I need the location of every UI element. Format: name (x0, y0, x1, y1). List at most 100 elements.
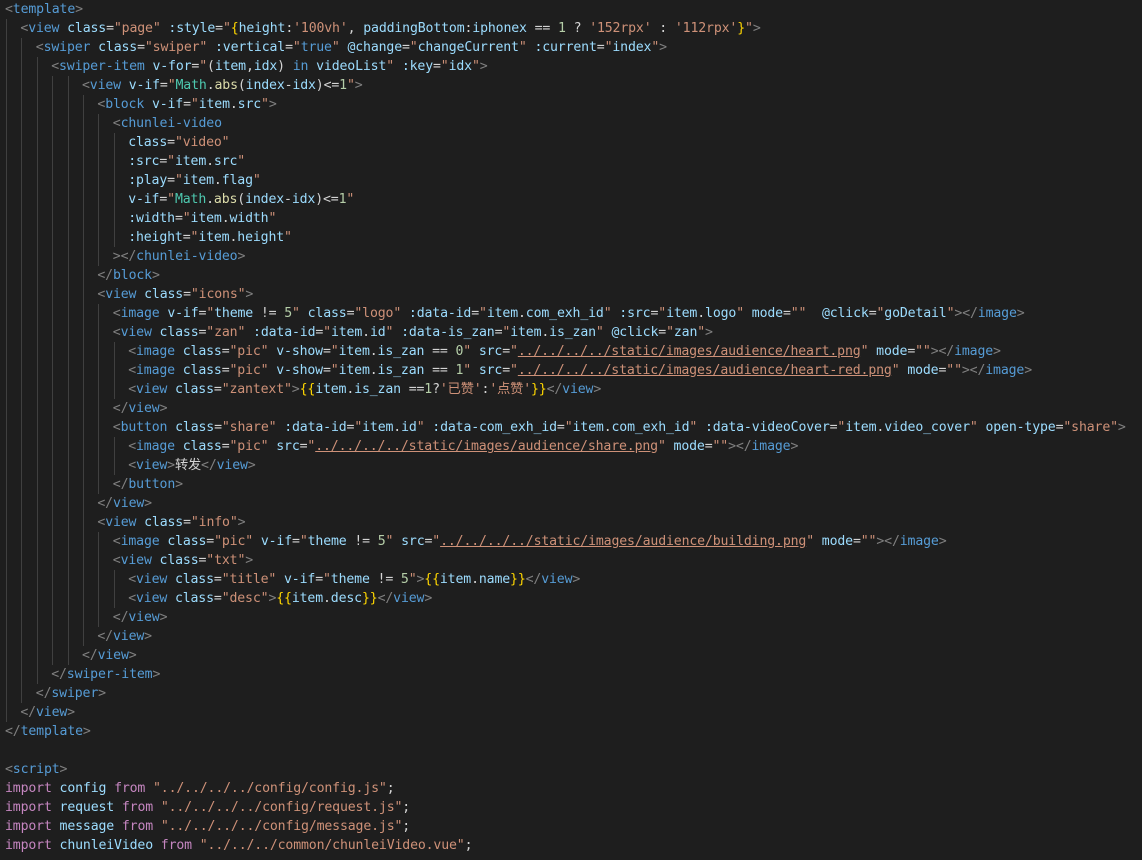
code-token: = (704, 439, 713, 454)
code-token: " (167, 154, 175, 169)
code-token: . (369, 344, 378, 359)
code-token: = (502, 344, 511, 359)
code-token: . (221, 211, 230, 226)
code-token: > (572, 572, 581, 587)
code-token: " (284, 230, 292, 245)
code-token: </ (82, 648, 98, 663)
code-token: " (806, 534, 822, 549)
code-token: > (245, 287, 254, 302)
code-line[interactable]: <swiper-item v-for="(item,idx) in videoL… (5, 57, 488, 76)
code-token: "zantext" (221, 382, 292, 397)
code-line[interactable]: <view>转发</view> (5, 456, 256, 475)
code-token: </ (377, 591, 394, 606)
code-line[interactable]: </view> (5, 494, 152, 513)
code-token: swiper (43, 40, 99, 55)
code-token: . (206, 154, 214, 169)
code-token: ( (207, 59, 215, 74)
code-token: image (985, 363, 1025, 378)
code-token: > (424, 591, 433, 606)
code-line[interactable]: class="video" (5, 133, 229, 152)
code-line[interactable]: import config from "../../../../config/c… (5, 779, 395, 798)
code-line[interactable]: <view class="desc">{{item.desc}}</view> (5, 589, 432, 608)
code-line[interactable]: <view class="info"> (5, 513, 245, 532)
code-line[interactable]: <template> (5, 0, 83, 19)
code-token: image (135, 439, 183, 454)
code-line[interactable]: <view v-if="Math.abs(index-idx)<=1"> (5, 76, 363, 95)
code-token: " (408, 572, 417, 587)
code-line[interactable]: </view> (5, 399, 168, 418)
code-line[interactable]: <image class="pic" v-if="theme != 5" src… (5, 532, 947, 551)
code-token: src (276, 439, 300, 454)
code-line[interactable]: <view class="page" :style="{height:'100v… (5, 19, 760, 38)
code-token: view (105, 515, 145, 530)
code-line[interactable]: :play="item.flag" (5, 171, 261, 190)
code-line[interactable]: </view> (5, 646, 137, 665)
code-line[interactable]: :width="item.width" (5, 209, 276, 228)
code-line[interactable]: <chunlei-video (5, 114, 222, 133)
code-token: :data-id (408, 306, 472, 321)
code-token: " (651, 40, 660, 55)
code-token: " (479, 306, 487, 321)
code-token: view (393, 591, 425, 606)
code-token: " (190, 97, 199, 112)
code-token: desc (330, 591, 362, 606)
code-line[interactable]: <view class="txt"> (5, 551, 253, 570)
code-line[interactable]: </view> (5, 608, 168, 627)
code-line[interactable]: <view class="title" v-if="theme != 5">{{… (5, 570, 580, 589)
code-line[interactable]: v-if="Math.abs(index-idx)<=1" (5, 190, 354, 209)
code-token: > (705, 325, 713, 340)
code-token: :vertical (214, 40, 286, 55)
code-token: "" (712, 439, 729, 454)
code-token: " (471, 59, 480, 74)
code-token: 5 (284, 306, 293, 321)
code-line[interactable]: :height="item.height" (5, 228, 292, 247)
code-token: > (67, 705, 75, 720)
code-token: view (135, 572, 175, 587)
code-line[interactable]: <image v-if="theme != 5" class="logo" :d… (5, 304, 1025, 323)
code-token: == (408, 382, 425, 397)
code-token: class (182, 363, 222, 378)
code-editor[interactable]: <template> <view class="page" :style="{he… (0, 0, 1142, 860)
code-line[interactable]: <view class="icons"> (5, 285, 253, 304)
code-token: " (222, 21, 231, 36)
code-token: ? (573, 21, 590, 36)
code-token: " (510, 363, 518, 378)
code-line[interactable]: <image class="pic" v-show="item.is_zan =… (5, 342, 1001, 361)
code-line[interactable]: import chunleiVideo from "../../../commo… (5, 836, 473, 855)
code-token: = (315, 325, 324, 340)
code-line[interactable]: import request from "../../../../config/… (5, 798, 410, 817)
code-line[interactable]: <view class="zan" :data-id="item.id" :da… (5, 323, 713, 342)
code-token: '已赞' (439, 382, 482, 397)
code-line[interactable]: </block> (5, 266, 159, 285)
code-token: mode (876, 344, 908, 359)
code-line[interactable]: </button> (5, 475, 183, 494)
code-line[interactable]: :src="item.src" (5, 152, 245, 171)
code-token: > (291, 382, 300, 397)
code-token: index (245, 78, 285, 93)
code-line[interactable]: <view class="zantext">{{item.is_zan ==1?… (5, 380, 601, 399)
code-line[interactable]: <image class="pic" src="../../../../stat… (5, 437, 798, 456)
code-token: view (128, 610, 160, 625)
code-token: flag (221, 173, 253, 188)
code-line[interactable]: </view> (5, 627, 152, 646)
code-line[interactable]: </template> (5, 722, 91, 741)
code-line[interactable]: <script> (5, 760, 67, 779)
code-line[interactable]: import message from "../../../../config/… (5, 817, 410, 836)
code-line[interactable]: </swiper-item> (5, 665, 160, 684)
code-line[interactable]: <block v-if="item.src"> (5, 95, 276, 114)
code-line[interactable]: <button class="share" :data-id="item.id"… (5, 418, 1126, 437)
code-token: </ (97, 496, 113, 511)
code-token: config (59, 781, 115, 796)
code-token: "../../../common/chunleiVideo.vue" (199, 838, 465, 853)
code-line[interactable]: </swiper> (5, 684, 106, 703)
code-token: from (121, 800, 161, 815)
code-token: @click (611, 325, 659, 340)
code-line[interactable]: ></chunlei-video> (5, 247, 246, 266)
code-token: :height (128, 230, 183, 245)
code-token: item (439, 572, 472, 587)
code-line[interactable]: </view> (5, 703, 75, 722)
code-line[interactable]: <image class="pic" v-show="item.is_zan =… (5, 361, 1032, 380)
code-line[interactable]: <swiper class="swiper" :vertical="true" … (5, 38, 667, 57)
code-token: class (159, 553, 199, 568)
code-token: < (82, 78, 90, 93)
